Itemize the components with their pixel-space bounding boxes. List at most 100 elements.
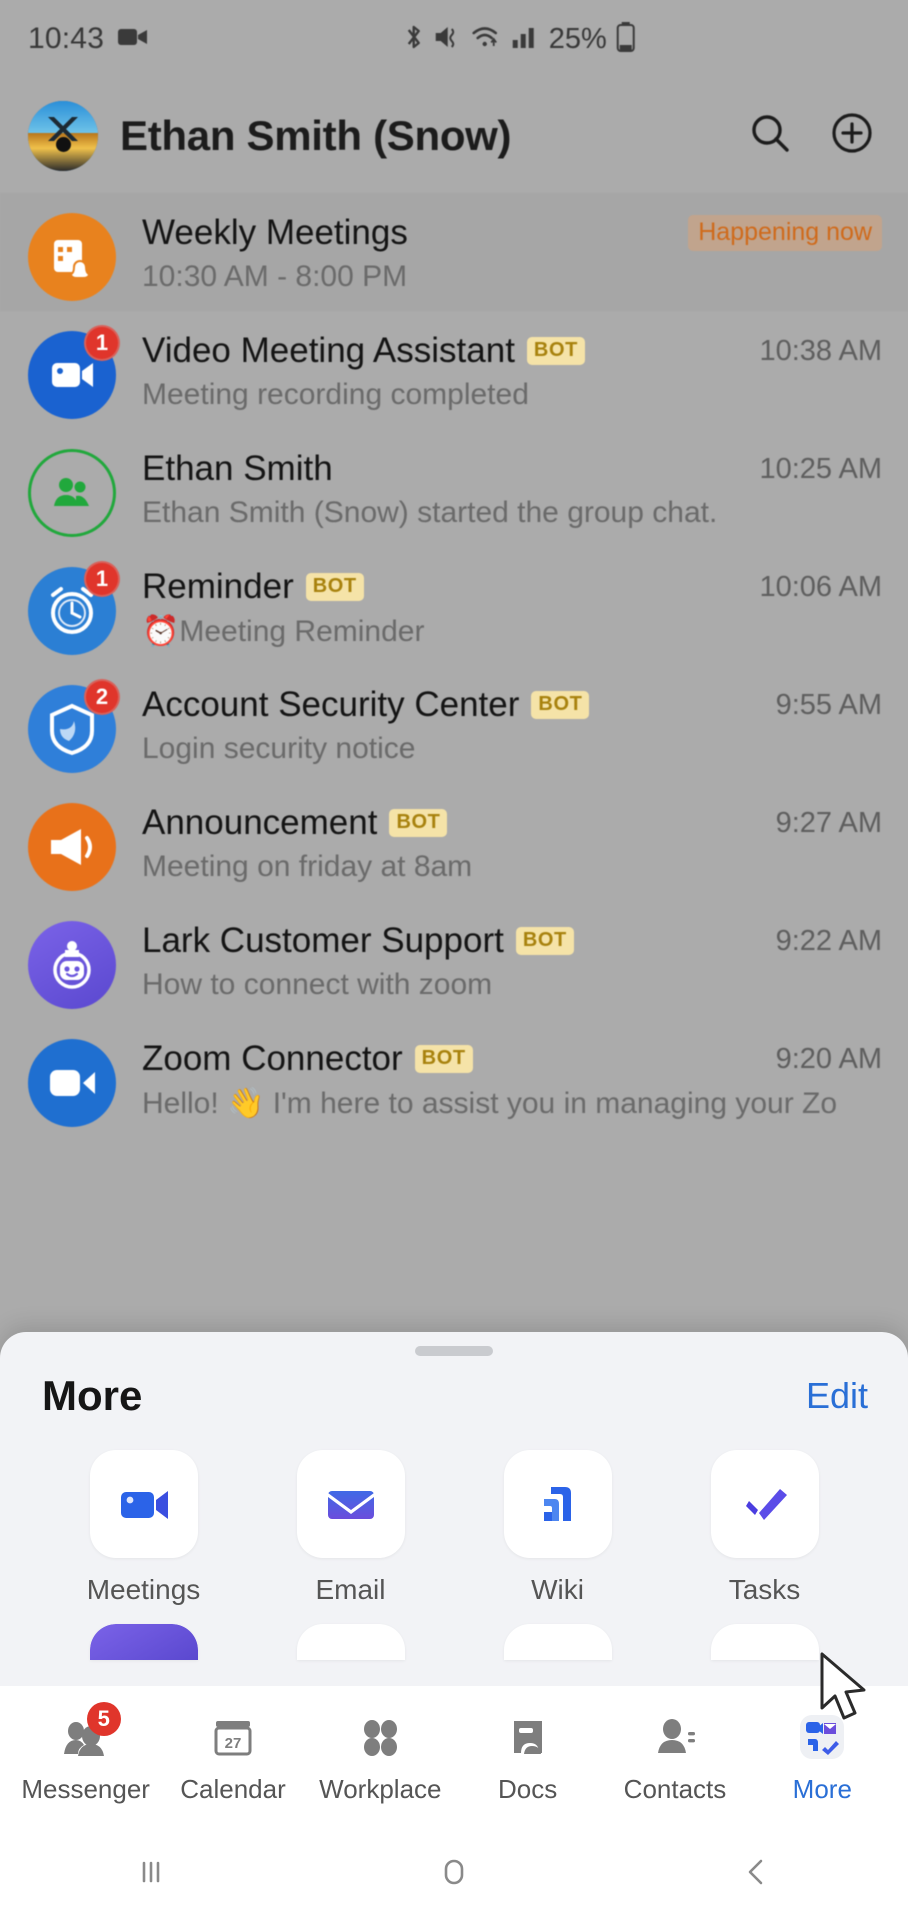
mute-vibrate-icon: [434, 24, 462, 55]
checkmark-icon[interactable]: [710, 1450, 819, 1558]
chat-list-item[interactable]: Weekly Meetings Happening now 10:30 AM - 8…: [0, 193, 908, 311]
recents-icon[interactable]: [91, 1824, 211, 1920]
tab-calendar[interactable]: 27 Calendar: [159, 1710, 306, 1805]
tab-label: Docs: [498, 1773, 558, 1804]
robot-icon: [28, 921, 116, 1009]
app-tile-partial[interactable]: [89, 1624, 198, 1660]
chat-title: Account Security Center: [142, 685, 520, 724]
wiki-icon[interactable]: [503, 1450, 612, 1558]
tab-messenger[interactable]: 5 Messenger: [12, 1701, 159, 1805]
sheet-drag-handle[interactable]: [415, 1346, 493, 1356]
chat-preview: Ethan Smith (Snow) started the group cha…: [142, 496, 718, 529]
home-icon[interactable]: [394, 1824, 514, 1920]
chat-item-top-row: Ethan Smith 10:25 AM: [142, 449, 882, 489]
chat-list-item[interactable]: Ethan Smith 10:25 AM Ethan Smith (Snow) st…: [0, 429, 908, 547]
tab-label: More: [792, 1773, 852, 1804]
apps-grid-row2-partial[interactable]: [0, 1606, 908, 1660]
bot-tag: BOT: [531, 691, 590, 719]
app-cell-partial[interactable]: [247, 1624, 454, 1660]
status-bar-left: 10:43: [28, 22, 148, 56]
bot-tag: BOT: [305, 573, 364, 601]
chat-timestamp: 9:20 AM: [775, 1042, 882, 1075]
chat-avatar-wrap[interactable]: [28, 449, 116, 537]
app-cell-tasks[interactable]: Tasks: [661, 1450, 868, 1606]
apps-grid[interactable]: Meetings Email Wiki Tasks: [0, 1420, 908, 1606]
chat-list-item[interactable]: Zoom Connector BOT 9:20 AM Hello! 👋 I'm her…: [0, 1019, 908, 1137]
chat-avatar-wrap[interactable]: [28, 921, 116, 1009]
tab-label: Workplace: [319, 1773, 442, 1804]
app-tile-partial[interactable]: [296, 1624, 405, 1660]
chat-item-body: Lark Customer Support BOT 9:22 AM How to co…: [142, 921, 882, 1002]
docs-icon: [504, 1710, 552, 1764]
chat-avatar-wrap[interactable]: [28, 1039, 116, 1127]
app-label: Wiki: [531, 1574, 584, 1605]
status-bar-right: 25%: [403, 21, 636, 57]
chat-avatar-wrap[interactable]: [28, 803, 116, 891]
app-cell-meetings[interactable]: Meetings: [40, 1450, 247, 1606]
edit-button[interactable]: Edit: [806, 1375, 868, 1417]
chat-item-top-row: Zoom Connector BOT 9:20 AM: [142, 1039, 882, 1079]
chat-item-body: Zoom Connector BOT 9:20 AM Hello! 👋 I'm her…: [142, 1039, 882, 1121]
chat-title: Lark Customer Support: [142, 921, 504, 960]
status-bar: 10:43 25%: [0, 0, 908, 78]
chat-timestamp: 9:27 AM: [775, 806, 882, 839]
chat-timestamp: 10:25 AM: [759, 452, 882, 485]
chat-item-body: Weekly Meetings Happening now 10:30 AM - 8…: [142, 213, 882, 294]
calendar-icon: 27: [209, 1710, 257, 1764]
svg-text:27: 27: [225, 1735, 242, 1752]
chat-avatar-wrap[interactable]: 1: [28, 325, 120, 419]
app-tile-partial[interactable]: [710, 1624, 819, 1660]
back-icon[interactable]: [697, 1824, 817, 1920]
chat-preview: Login security notice: [142, 732, 416, 765]
chat-list-item[interactable]: Announcement BOT 9:27 AM Meeting on friday …: [0, 783, 908, 901]
people-chat-icon: 5: [60, 1701, 121, 1764]
envelope-icon[interactable]: [296, 1450, 405, 1558]
tab-contacts[interactable]: Contacts: [601, 1710, 748, 1805]
chat-list[interactable]: Weekly Meetings Happening now 10:30 AM - 8…: [0, 193, 908, 1137]
tab-label: Contacts: [623, 1773, 727, 1804]
android-navigation-bar[interactable]: [0, 1824, 908, 1920]
more-bottom-sheet: More Edit Meetings Email Wiki Tasks: [0, 1332, 908, 1736]
video-camera-icon[interactable]: [89, 1450, 198, 1558]
megaphone-icon: [28, 803, 116, 891]
chat-item-body: Video Meeting Assistant BOT 10:38 AM Meetin…: [142, 331, 882, 412]
tab-more[interactable]: More: [749, 1710, 896, 1805]
wifi-icon: [471, 24, 503, 55]
chat-item-top-row: Account Security Center BOT 9:55 AM: [142, 685, 882, 725]
app-cell-wiki[interactable]: Wiki: [454, 1450, 661, 1606]
chat-preview: Meeting on friday at 8am: [142, 850, 473, 883]
cellular-signal-icon: [512, 25, 538, 54]
app-cell-partial[interactable]: [40, 1624, 247, 1660]
chat-item-top-row: Video Meeting Assistant BOT 10:38 AM: [142, 331, 882, 371]
bot-tag: BOT: [414, 1045, 473, 1073]
app-cell-email[interactable]: Email: [247, 1450, 454, 1606]
chat-list-item[interactable]: Lark Customer Support BOT 9:22 AM How to co…: [0, 901, 908, 1019]
app-tile-partial[interactable]: [503, 1624, 612, 1660]
app-cell-partial[interactable]: [454, 1624, 661, 1660]
app-label: Tasks: [728, 1574, 801, 1605]
sheet-header: More Edit: [0, 1356, 908, 1420]
bot-tag: BOT: [526, 337, 585, 365]
tab-workplace[interactable]: Workplace: [307, 1710, 454, 1805]
app-label: Email: [315, 1574, 386, 1605]
chat-avatar-wrap[interactable]: 1: [28, 561, 120, 655]
page-title: Ethan Smith (Snow): [120, 111, 512, 159]
chat-avatar-wrap[interactable]: 2: [28, 679, 120, 773]
status-bar-clock: 10:43: [28, 22, 105, 55]
chat-list-item[interactable]: 2 Account Security Center BOT 9:55 AM Login …: [0, 665, 908, 783]
tab-label: Messenger: [21, 1773, 150, 1804]
bot-tag: BOT: [389, 809, 448, 837]
chat-avatar-wrap[interactable]: [28, 213, 116, 301]
chat-item-top-row: Announcement BOT 9:27 AM: [142, 803, 882, 843]
tab-docs[interactable]: Docs: [454, 1710, 601, 1805]
chat-list-item[interactable]: 1 Video Meeting Assistant BOT 10:38 AM Meeti…: [0, 311, 908, 429]
chat-item-top-row: Lark Customer Support BOT 9:22 AM: [142, 921, 882, 961]
search-icon[interactable]: [746, 109, 794, 162]
chat-item-body: Announcement BOT 9:27 AM Meeting on friday …: [142, 803, 882, 884]
chat-list-item[interactable]: 1 Reminder BOT 10:06 AM ⏰Meeting Reminder: [0, 547, 908, 665]
avatar[interactable]: [28, 100, 98, 171]
add-icon[interactable]: [828, 109, 876, 162]
bottom-tab-bar[interactable]: 5 Messenger 27 Calendar Workplace Docs Contact…: [0, 1686, 908, 1824]
app-cell-partial[interactable]: [661, 1624, 868, 1660]
chat-preview: Hello! 👋 I'm here to assist you in manag…: [142, 1087, 838, 1120]
